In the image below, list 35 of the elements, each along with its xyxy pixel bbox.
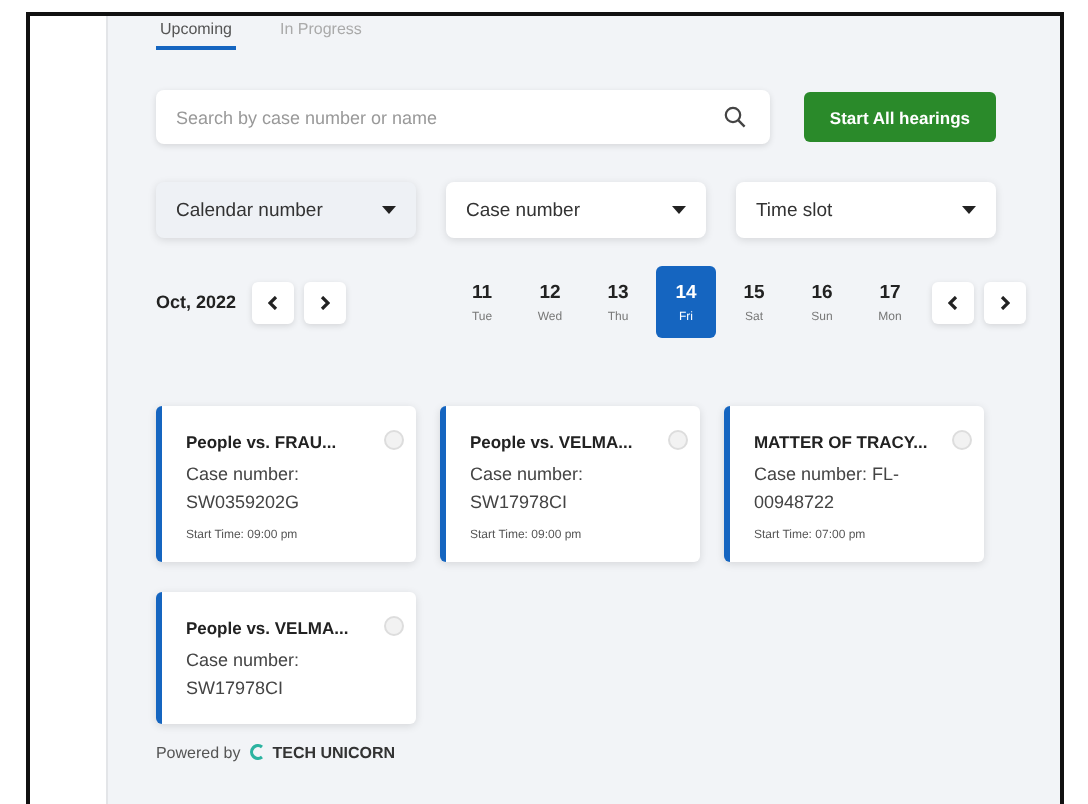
filter-dropdown[interactable]: Case number bbox=[445, 182, 706, 238]
search-icon bbox=[723, 106, 746, 128]
filter-dropdown[interactable]: Calendar number bbox=[155, 182, 416, 238]
start-all-hearings-button[interactable]: Start All hearings bbox=[803, 92, 996, 142]
brand-name: TECH UNICORN bbox=[272, 743, 396, 762]
case-title: People vs. VELMA... bbox=[469, 432, 633, 452]
logo-icon bbox=[248, 744, 265, 761]
radio-button[interactable] bbox=[951, 430, 972, 450]
radio-button[interactable] bbox=[383, 615, 404, 636]
chevron-right-icon bbox=[1000, 295, 1010, 309]
chevron-left-icon bbox=[948, 295, 958, 309]
caret-icon bbox=[381, 206, 396, 214]
filter-dropdown[interactable]: Time slot bbox=[735, 182, 996, 238]
chevron-right-icon bbox=[320, 295, 330, 309]
case-title: MATTER OF TRACY... bbox=[753, 432, 928, 452]
next-month-button[interactable] bbox=[304, 281, 346, 323]
caret-icon bbox=[961, 206, 976, 214]
case-card[interactable]: People vs. VELMA... Case number: SW17978CI bbox=[155, 591, 416, 724]
case-title: People vs. FRAU... bbox=[185, 432, 337, 452]
search-field[interactable]: Search by case number or name bbox=[155, 90, 770, 144]
case-number: Case number: SW17978CI bbox=[469, 462, 585, 517]
case-title: People vs. VELMA... bbox=[185, 617, 349, 638]
caret-icon bbox=[671, 206, 686, 214]
tab[interactable]: Upcoming bbox=[155, 18, 236, 50]
case-number: Case number: SW0359202G bbox=[185, 462, 302, 517]
chevron-left-icon bbox=[268, 295, 278, 309]
radio-button[interactable] bbox=[667, 430, 688, 450]
next-week-button[interactable] bbox=[984, 281, 1026, 323]
powered-by-label: Powered by bbox=[155, 743, 241, 762]
case-number: Case number: FL-00948722 bbox=[753, 462, 901, 517]
previous-month-button[interactable] bbox=[252, 281, 294, 323]
radio-button[interactable] bbox=[383, 430, 404, 450]
previous-week-button[interactable] bbox=[932, 281, 974, 323]
month-label: Oct, 2022 bbox=[155, 292, 236, 312]
case-number: Case number: SW17978CI bbox=[185, 647, 301, 703]
